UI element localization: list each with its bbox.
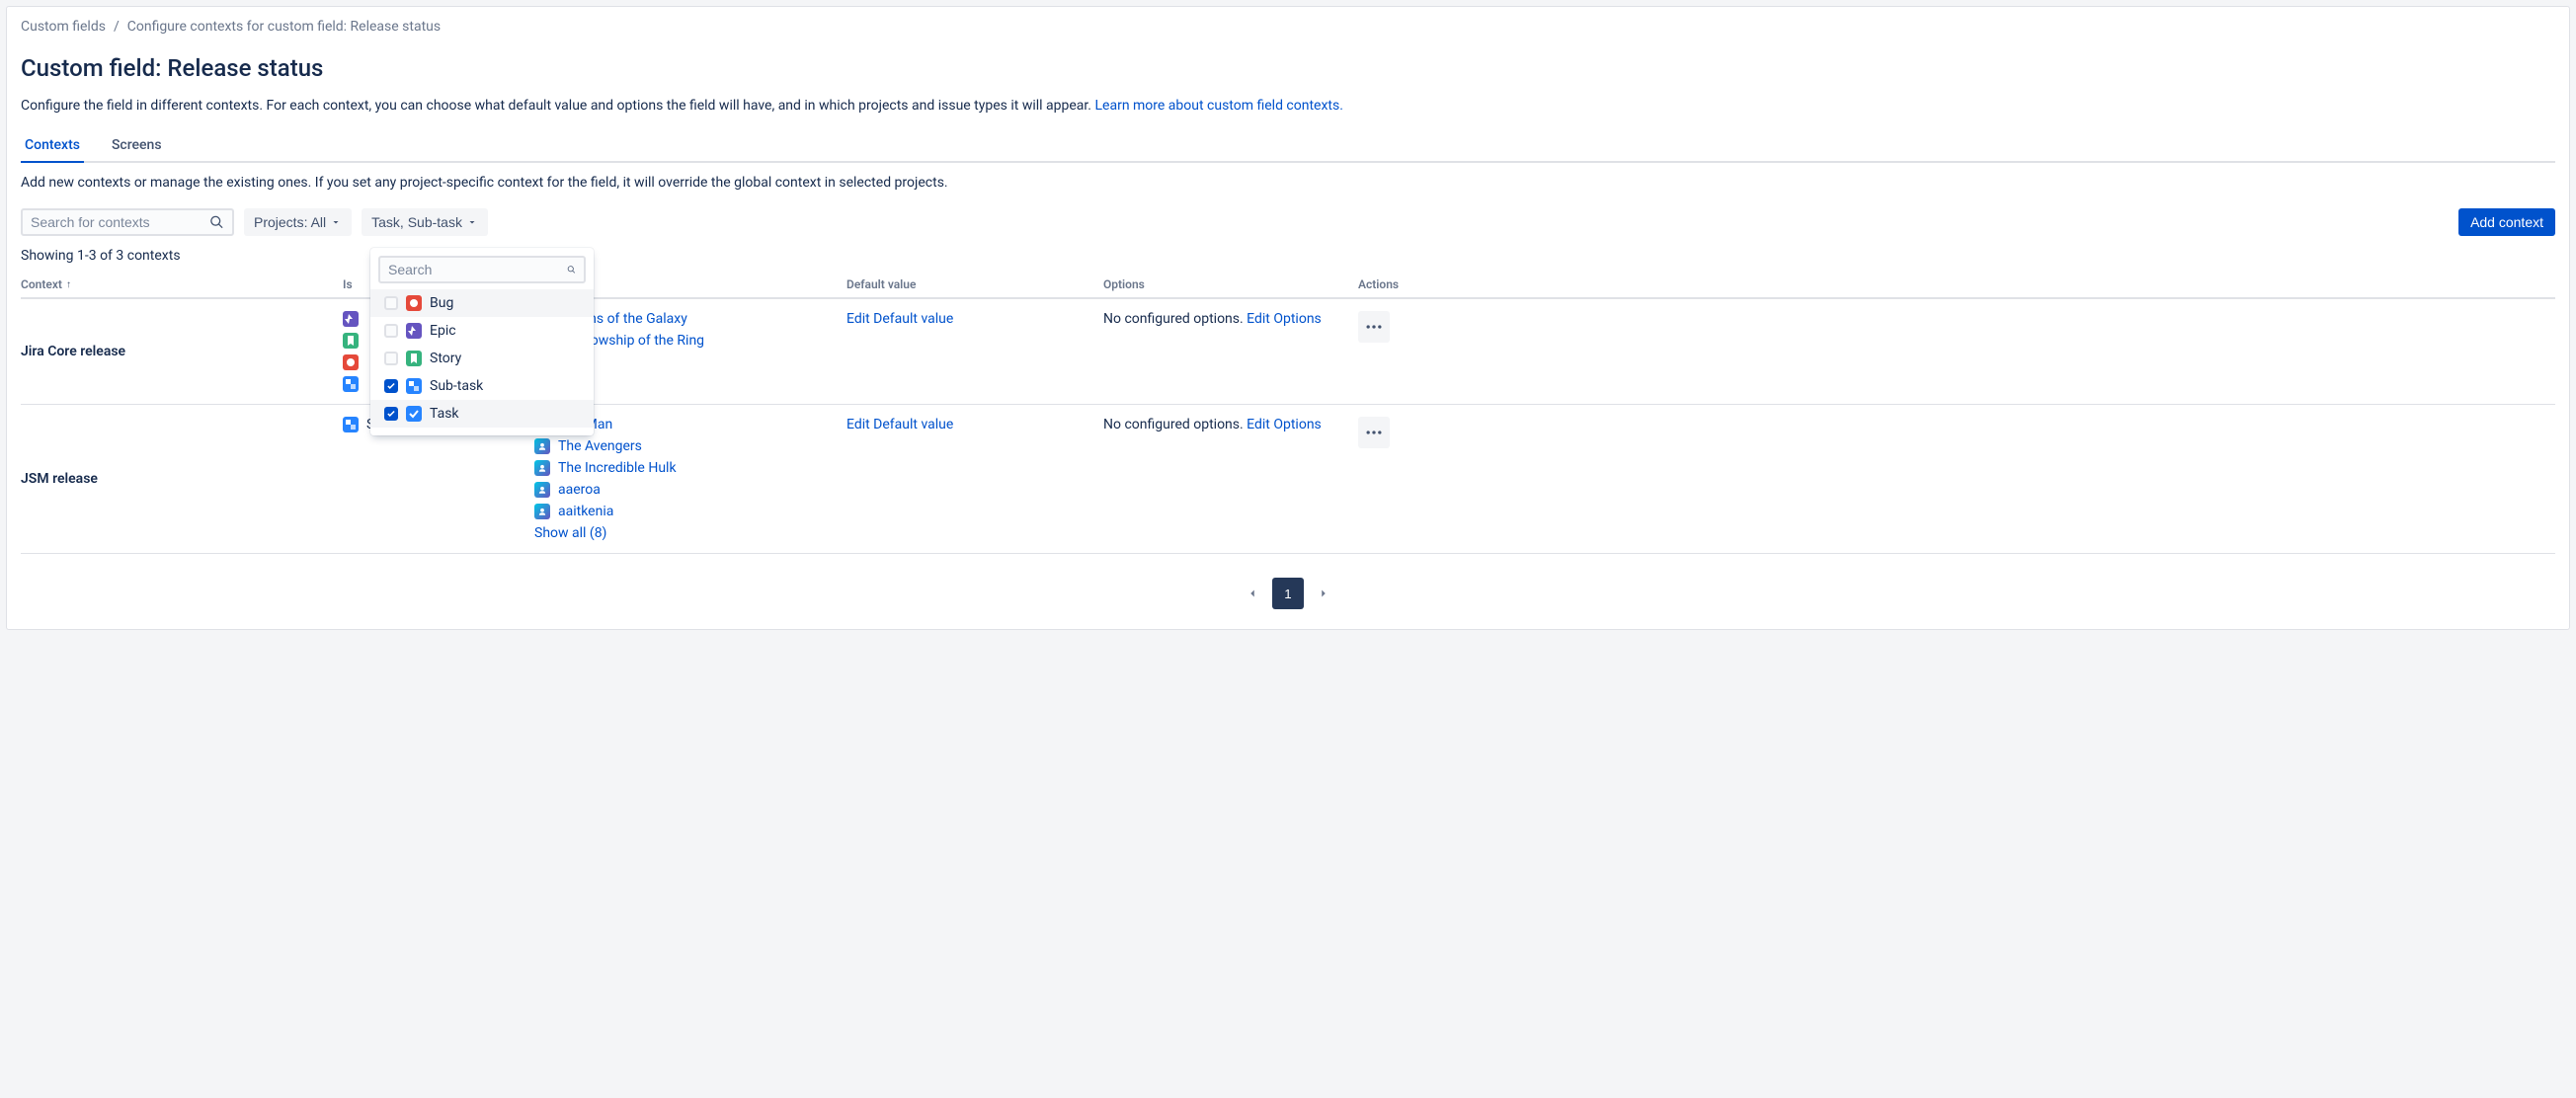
more-actions-button[interactable]	[1358, 417, 1390, 448]
col-header-options: Options	[1103, 277, 1358, 291]
subtask-icon	[343, 417, 359, 432]
project-item: The Avengers	[534, 438, 846, 454]
checkbox[interactable]	[384, 379, 398, 393]
toolbar: Projects: All Task, Sub-task Add context…	[21, 208, 2555, 236]
dropdown-item[interactable]: Epic	[370, 317, 594, 345]
projects-filter[interactable]: Projects: All	[244, 208, 352, 236]
edit-default-link[interactable]: Edit Default value	[846, 417, 953, 432]
edit-options-link[interactable]: Edit Options	[1247, 311, 1322, 327]
chevron-down-icon	[330, 216, 342, 228]
dropdown-item[interactable]: Bug	[370, 289, 594, 317]
project-item: aaeroa	[534, 482, 846, 498]
bug-icon	[343, 354, 359, 370]
dropdown-item[interactable]: Sub-task	[370, 372, 594, 400]
story-icon	[343, 333, 359, 349]
project-avatar-icon	[534, 504, 550, 519]
search-input[interactable]	[31, 214, 209, 230]
contexts-subdescription: Add new contexts or manage the existing …	[21, 175, 2555, 191]
edit-options-link[interactable]: Edit Options	[1247, 417, 1322, 432]
chevron-down-icon	[466, 216, 478, 228]
dropdown-item-label: Task	[430, 406, 459, 422]
col-header-default: Default value	[846, 277, 1103, 291]
project-item: The Incredible Hulk	[534, 460, 846, 476]
epic-icon	[406, 323, 422, 339]
subtask-icon	[406, 378, 422, 394]
checkbox[interactable]	[384, 407, 398, 421]
breadcrumb-separator: /	[114, 19, 120, 35]
issue-type-dropdown: Bug Epic Story Sub-task Task	[370, 248, 594, 435]
issue-types-filter[interactable]: Task, Sub-task	[362, 208, 488, 236]
project-avatar-icon	[534, 460, 550, 476]
checkbox[interactable]	[384, 324, 398, 338]
checkbox[interactable]	[384, 352, 398, 365]
dropdown-item[interactable]: Task	[370, 400, 594, 428]
pagination-next[interactable]	[1308, 578, 1339, 609]
pagination: 1	[21, 578, 2555, 609]
subtask-icon	[343, 376, 359, 392]
chevron-left-icon	[1246, 587, 1259, 600]
dropdown-item-label: Story	[430, 351, 461, 366]
project-avatar-icon	[534, 482, 550, 498]
options-text: No configured options.	[1103, 311, 1247, 327]
page-container: Custom fields / Configure contexts for c…	[6, 6, 2570, 630]
pagination-page-1[interactable]: 1	[1272, 578, 1304, 609]
more-icon	[1364, 317, 1384, 337]
story-icon	[406, 351, 422, 366]
chevron-right-icon	[1317, 587, 1330, 600]
col-header-context[interactable]: Context ↑	[21, 277, 343, 291]
tab-screens[interactable]: Screens	[108, 129, 166, 163]
page-description: Configure the field in different context…	[21, 98, 2555, 114]
project-item: aaitkenia	[534, 504, 846, 519]
dropdown-search-input[interactable]	[388, 262, 567, 277]
learn-more-link[interactable]: Learn more about custom field contexts.	[1095, 98, 1343, 114]
more-actions-button[interactable]	[1358, 311, 1390, 343]
project-link[interactable]: aaeroa	[558, 482, 601, 498]
tab-contexts[interactable]: Contexts	[21, 129, 84, 163]
dropdown-search[interactable]	[378, 256, 586, 283]
dropdown-item-label: Bug	[430, 295, 453, 311]
task-icon	[406, 406, 422, 422]
edit-default-link[interactable]: Edit Default value	[846, 311, 953, 327]
add-context-button[interactable]: Add context	[2458, 208, 2555, 236]
col-header-actions: Actions	[1358, 277, 2555, 291]
dropdown-item-label: Sub-task	[430, 378, 483, 394]
context-name: JSM release	[21, 471, 98, 487]
dropdown-item-label: Epic	[430, 323, 456, 339]
search-icon	[209, 214, 224, 230]
tabs: Contexts Screens	[21, 129, 2555, 163]
page-title: Custom field: Release status	[21, 54, 2555, 82]
bug-icon	[406, 295, 422, 311]
project-link[interactable]: The Incredible Hulk	[558, 460, 677, 476]
dropdown-item[interactable]: Story	[370, 345, 594, 372]
show-all-link[interactable]: Show all (8)	[534, 525, 846, 541]
epic-icon	[343, 311, 359, 327]
pagination-prev[interactable]	[1237, 578, 1268, 609]
breadcrumb: Custom fields / Configure contexts for c…	[21, 19, 2555, 35]
project-link[interactable]: The Avengers	[558, 438, 642, 454]
breadcrumb-parent[interactable]: Custom fields	[21, 19, 106, 35]
breadcrumb-current: Configure contexts for custom field: Rel…	[127, 19, 441, 35]
search-icon	[567, 262, 576, 277]
context-name: Jira Core release	[21, 344, 125, 359]
project-link[interactable]: aaitkenia	[558, 504, 613, 519]
project-avatar-icon	[534, 438, 550, 454]
checkbox[interactable]	[384, 296, 398, 310]
more-icon	[1364, 423, 1384, 442]
options-text: No configured options.	[1103, 417, 1247, 432]
search-contexts[interactable]	[21, 208, 234, 236]
sort-arrow-icon: ↑	[66, 279, 71, 290]
